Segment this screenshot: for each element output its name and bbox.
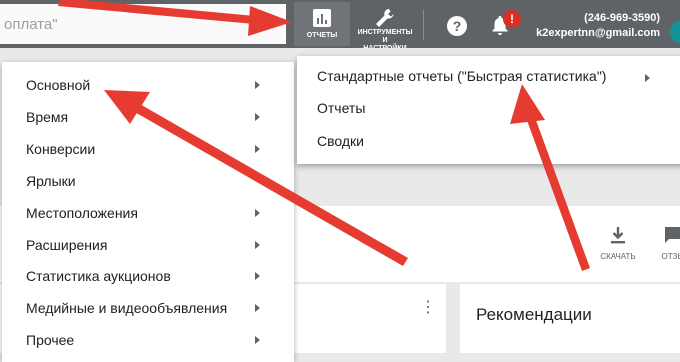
submenu-item-summaries[interactable]: Сводки (317, 133, 364, 149)
recommendations-more-icon[interactable]: ⋮ (674, 305, 680, 325)
menu-item-main[interactable]: Основной (26, 77, 90, 93)
avatar[interactable] (670, 20, 680, 44)
account-phone: (246-969-3590) (584, 12, 660, 24)
account-email[interactable]: k2expertnn@gmail.com (536, 27, 660, 39)
feedback-label: ОТЗЫ (661, 252, 680, 261)
toolbar-divider (423, 10, 424, 40)
chevron-right-icon (255, 113, 260, 121)
menu-item-conversions[interactable]: Конверсии (26, 141, 95, 157)
chevron-right-icon (255, 272, 260, 280)
recommendations-title: Рекомендации (476, 305, 592, 324)
chevron-right-icon (255, 145, 260, 153)
menu-item-display-video[interactable]: Медийные и видеообъявления (26, 300, 227, 316)
chevron-right-icon (255, 304, 260, 312)
bar-chart-icon (313, 8, 331, 28)
search-input-value: оплата" (4, 16, 58, 33)
help-icon[interactable]: ? (447, 16, 467, 36)
top-bar: оплата" ОТЧЕТЫ ИНСТРУМЕНТЫ И НАСТРОЙКИ ? (0, 0, 680, 52)
menu-item-locations[interactable]: Местоположения (26, 205, 138, 221)
reports-label: ОТЧЕТЫ (306, 32, 338, 39)
feedback-button[interactable]: ОТЗЫ (658, 226, 680, 261)
download-icon (611, 227, 625, 244)
chevron-right-icon (255, 336, 260, 344)
alert-badge: ! (503, 10, 521, 28)
menu-item-auction-insights[interactable]: Статистика аукционов (26, 268, 171, 284)
download-label: СКАЧАТЬ (600, 252, 636, 261)
menu-item-time[interactable]: Время (26, 109, 68, 125)
menu-item-other[interactable]: Прочее (26, 332, 74, 348)
feedback-icon (665, 227, 680, 243)
submenu-item-standard-reports[interactable]: Стандартные отчеты ("Быстрая статистика"… (317, 68, 606, 84)
menu-item-extensions[interactable]: Расширения (26, 237, 107, 253)
tools-and-settings-button[interactable]: ИНСТРУМЕНТЫ И НАСТРОЙКИ (354, 2, 416, 52)
chevron-right-icon (255, 209, 260, 217)
tools-label-line1: ИНСТРУМЕНТЫ (357, 29, 413, 36)
menu-item-labels[interactable]: Ярлыки (26, 173, 76, 189)
report-menu: Основной Время Конверсии Ярлыки Местопол… (2, 62, 294, 362)
reports-button[interactable]: ОТЧЕТЫ (294, 2, 350, 46)
submenu-item-reports[interactable]: Отчеты (317, 100, 365, 116)
wrench-icon (374, 8, 396, 28)
tools-label-line2: И (382, 37, 388, 44)
download-button[interactable]: СКАЧАТЬ (596, 226, 640, 261)
reports-submenu: Стандартные отчеты ("Быстрая статистика"… (297, 56, 680, 164)
search-input[interactable]: оплата" (0, 4, 286, 44)
chevron-right-icon (645, 74, 650, 82)
chevron-right-icon (255, 81, 260, 89)
more-options-icon[interactable]: ⋮ (420, 300, 436, 316)
chevron-right-icon (255, 241, 260, 249)
